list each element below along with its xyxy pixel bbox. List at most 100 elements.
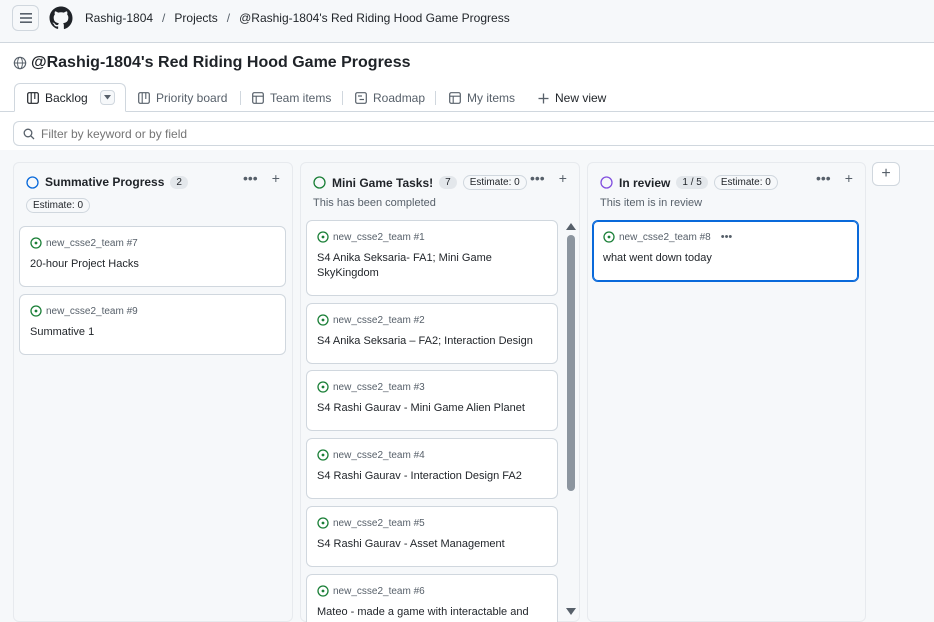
breadcrumb: Rashig-1804 / Projects / @Rashig-1804's … xyxy=(85,11,510,25)
column-title: Mini Game Tasks! xyxy=(332,175,434,190)
board-icon xyxy=(27,91,39,104)
add-column-button[interactable]: + xyxy=(872,162,900,186)
column-header: Summative Progress 2 xyxy=(26,175,188,189)
top-bar: Rashig-1804 / Projects / @Rashig-1804's … xyxy=(0,0,934,43)
card-title[interactable]: S4 Rashi Gaurav - Asset Management xyxy=(317,537,547,552)
page-title: @Rashig-1804's Red Riding Hood Game Prog… xyxy=(31,54,411,71)
view-options-button[interactable] xyxy=(99,90,115,105)
card-meta: new_csse2_team #5 xyxy=(317,517,425,529)
add-item-icon[interactable]: + xyxy=(845,171,853,185)
card-item[interactable]: new_csse2_team #8 ••• what went down tod… xyxy=(592,220,859,282)
more-options-icon[interactable]: ••• xyxy=(530,171,545,185)
filter-bar[interactable] xyxy=(13,121,934,146)
card-title[interactable]: 20-hour Project Hacks xyxy=(30,257,275,272)
breadcrumb-projects[interactable]: Projects xyxy=(174,11,217,25)
more-options-icon[interactable]: ••• xyxy=(243,171,258,185)
plus-icon: + xyxy=(881,165,891,182)
issue-ref[interactable]: new_csse2_team #3 xyxy=(333,382,425,393)
tab-backlog[interactable]: Backlog xyxy=(14,83,126,112)
issue-ref[interactable]: new_csse2_team #6 xyxy=(333,586,425,597)
card-item[interactable]: new_csse2_team #4 S4 Rashi Gaurav - Inte… xyxy=(306,438,558,499)
more-options-icon[interactable]: ••• xyxy=(816,171,831,185)
tab-team-items[interactable]: Team items xyxy=(252,84,331,112)
status-circle-icon xyxy=(26,175,39,189)
card-title[interactable]: S4 Anika Seksaria- FA1; Mini Game SkyKin… xyxy=(317,251,547,281)
issue-ref[interactable]: new_csse2_team #4 xyxy=(333,450,425,461)
card-title[interactable]: S4 Rashi Gaurav - Interaction Design FA2 xyxy=(317,469,547,484)
open-issue-icon xyxy=(317,585,329,597)
card-item[interactable]: new_csse2_team #9 Summative 1 xyxy=(19,294,286,355)
view-tabs: Backlog Priority board Team items Roadma… xyxy=(0,82,934,112)
column-scrollbar[interactable] xyxy=(566,223,576,615)
estimate-badge: Estimate: 0 xyxy=(462,175,527,190)
breadcrumb-project[interactable]: @Rashig-1804's Red Riding Hood Game Prog… xyxy=(239,11,510,25)
column-header: Mini Game Tasks! 7 Estimate: 0 xyxy=(313,175,527,190)
plus-icon xyxy=(538,93,549,103)
scroll-down-icon[interactable] xyxy=(566,608,576,615)
tab-label: Backlog xyxy=(45,90,88,105)
tab-label: Roadmap xyxy=(373,91,426,105)
issue-ref[interactable]: new_csse2_team #8 xyxy=(619,232,711,243)
issue-ref[interactable]: new_csse2_team #5 xyxy=(333,518,425,529)
new-view-label: New view xyxy=(555,91,607,105)
estimate-badge: Estimate: 0 xyxy=(713,175,778,190)
tab-roadmap[interactable]: Roadmap xyxy=(355,84,425,112)
menu-button[interactable] xyxy=(12,5,39,31)
issue-ref[interactable]: new_csse2_team #7 xyxy=(46,238,138,249)
column-actions: ••• + xyxy=(243,171,280,185)
card-meta: new_csse2_team #4 xyxy=(317,449,425,461)
issue-ref[interactable]: new_csse2_team #2 xyxy=(333,315,425,326)
title-row: @Rashig-1804's Red Riding Hood Game Prog… xyxy=(13,54,411,72)
scroll-thumb[interactable] xyxy=(567,235,575,491)
add-item-icon[interactable]: + xyxy=(272,171,280,185)
github-logo-icon[interactable] xyxy=(49,6,73,30)
card-item[interactable]: new_csse2_team #6 Mateo - made a game wi… xyxy=(306,574,558,622)
card-more-icon[interactable]: ••• xyxy=(721,231,733,243)
card-meta: new_csse2_team #9 xyxy=(30,305,138,317)
breadcrumb-owner[interactable]: Rashig-1804 xyxy=(85,11,153,25)
filter-input[interactable] xyxy=(41,126,641,141)
card-title[interactable]: Summative 1 xyxy=(30,325,275,340)
card-item[interactable]: new_csse2_team #3 S4 Rashi Gaurav - Mini… xyxy=(306,370,558,431)
status-circle-icon xyxy=(600,176,613,189)
card-item[interactable]: new_csse2_team #1 S4 Anika Seksaria- FA1… xyxy=(306,220,558,296)
open-issue-icon xyxy=(317,381,329,393)
open-issue-icon xyxy=(317,231,329,243)
card-item[interactable]: new_csse2_team #5 S4 Rashi Gaurav - Asse… xyxy=(306,506,558,567)
card-title[interactable]: S4 Anika Seksaria – FA2; Interaction Des… xyxy=(317,334,547,349)
item-count: 2 xyxy=(170,175,188,189)
new-view-button[interactable]: New view xyxy=(538,84,606,112)
card-title[interactable]: S4 Rashi Gaurav - Mini Game Alien Planet xyxy=(317,401,547,416)
breadcrumb-separator: / xyxy=(226,11,231,25)
table-icon xyxy=(449,92,461,104)
open-issue-icon xyxy=(30,237,42,249)
tab-my-items[interactable]: My items xyxy=(449,84,515,112)
card-meta: new_csse2_team #3 xyxy=(317,381,425,393)
hamburger-icon xyxy=(19,13,32,23)
column-description: This item is in review xyxy=(600,197,703,209)
card-title[interactable]: Mateo - made a game with interactable an… xyxy=(317,605,547,620)
card-meta: new_csse2_team #1 xyxy=(317,231,425,243)
card-item[interactable]: new_csse2_team #7 20-hour Project Hacks xyxy=(19,226,286,287)
card-item[interactable]: new_csse2_team #2 S4 Anika Seksaria – FA… xyxy=(306,303,558,364)
card-meta: new_csse2_team #7 xyxy=(30,237,138,249)
chevron-down-icon xyxy=(103,95,111,100)
scroll-up-icon[interactable] xyxy=(566,223,576,230)
status-circle-icon xyxy=(313,176,326,189)
card-meta: new_csse2_team #6 xyxy=(317,585,425,597)
open-issue-icon xyxy=(30,305,42,317)
tab-divider xyxy=(342,91,343,105)
add-item-icon[interactable]: + xyxy=(559,171,567,185)
globe-icon xyxy=(13,56,27,70)
column-actions: ••• + xyxy=(816,171,853,185)
card-meta: new_csse2_team #2 xyxy=(317,314,425,326)
column-description: This has been completed xyxy=(313,197,436,209)
breadcrumb-separator: / xyxy=(162,11,166,25)
column-header: In review 1 / 5 Estimate: 0 xyxy=(600,175,778,190)
issue-ref[interactable]: new_csse2_team #9 xyxy=(46,306,138,317)
estimate-row: Estimate: 0 xyxy=(26,197,91,213)
issue-ref[interactable]: new_csse2_team #1 xyxy=(333,232,425,243)
tab-priority-board[interactable]: Priority board xyxy=(138,84,227,112)
card-title[interactable]: what went down today xyxy=(603,251,848,266)
search-icon xyxy=(23,128,35,139)
